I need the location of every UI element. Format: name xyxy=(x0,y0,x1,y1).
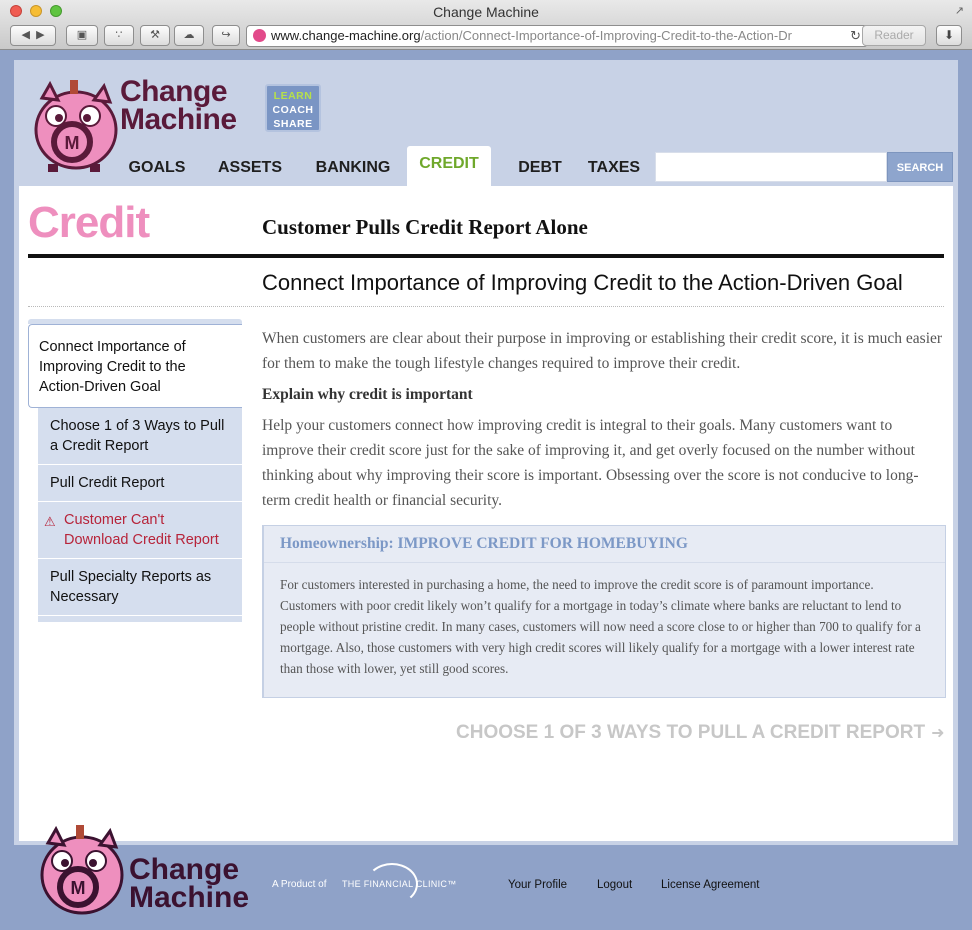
warning-icon: ⚠ xyxy=(44,514,56,529)
intro-paragraph: When customers are clear about their pur… xyxy=(262,330,943,372)
footer-link-logout[interactable]: Logout xyxy=(597,879,632,891)
forward-icon[interactable]: ▶ xyxy=(36,29,44,41)
footer-link-license-agreement[interactable]: License Agreement xyxy=(661,879,759,891)
site-footer: M Change Machine A Product of THE FINANC… xyxy=(0,825,972,930)
title-divider xyxy=(28,254,944,258)
footer-link-your-profile[interactable]: Your Profile xyxy=(508,879,567,891)
reload-icon[interactable]: ↻ xyxy=(850,26,861,46)
tagline-badge: LEARN COACH SHARE xyxy=(265,84,321,132)
nav-assets[interactable]: ASSETS xyxy=(205,148,295,186)
url-domain: www.change-machine.org xyxy=(271,28,421,43)
callout-title: Homeownership: IMPROVE CREDIT FOR HOMEBU… xyxy=(264,526,945,563)
svg-text:M: M xyxy=(65,133,80,153)
homeownership-callout: Homeownership: IMPROVE CREDIT FOR HOMEBU… xyxy=(262,525,946,698)
article: When customers are clear about their pur… xyxy=(262,326,946,698)
section-subheading: Explain why credit is important xyxy=(262,386,473,403)
back-icon[interactable]: ◀ xyxy=(21,29,29,41)
callout-body: For customers interested in purchasing a… xyxy=(280,577,921,676)
financial-clinic-logo[interactable]: THE FINANCIAL CLINIC™ xyxy=(342,879,456,889)
search-input[interactable] xyxy=(655,152,887,182)
step-title: Customer Pulls Credit Report Alone xyxy=(262,215,588,239)
sidebar-item-choose-ways[interactable]: Choose 1 of 3 Ways to Pull a Credit Repo… xyxy=(38,408,242,465)
icloud-button[interactable]: ☁ xyxy=(174,25,204,46)
back-forward-buttons[interactable]: ◀ ▶ xyxy=(10,25,56,46)
tagline-learn: LEARN xyxy=(273,90,313,102)
next-step-link[interactable]: CHOOSE 1 OF 3 WAYS TO PULL A CREDIT REPO… xyxy=(456,722,945,744)
page-subtitle: Connect Importance of Improving Credit t… xyxy=(262,270,903,295)
next-step-label: CHOOSE 1 OF 3 WAYS TO PULL A CREDIT REPO… xyxy=(456,722,926,743)
step-sidebar: Connect Importance of Improving Credit t… xyxy=(28,319,242,622)
sidebar-item-label: Customer Can't Download Credit Report xyxy=(64,512,219,548)
sidebar-bottom-edge xyxy=(38,616,242,622)
logo-line-1: Change xyxy=(120,75,228,108)
svg-text:M: M xyxy=(71,878,86,898)
window-title: Change Machine xyxy=(433,4,539,20)
tools-button[interactable]: ⚒ xyxy=(140,25,170,46)
fullscreen-icon[interactable]: ↗ xyxy=(955,4,964,17)
browser-chrome: Change Machine ↗ ◀ ▶ ▣ ∵ ⚒ ☁ ↪ www.chang… xyxy=(0,0,972,50)
product-of-label: A Product of xyxy=(272,879,327,890)
section-title: Credit xyxy=(28,198,150,247)
footer-logo-text[interactable]: Change Machine xyxy=(129,853,250,914)
downloads-button[interactable]: ⬇ xyxy=(936,25,962,46)
reading-list-button[interactable]: ▣ xyxy=(66,25,98,46)
sidebar-item-cant-download[interactable]: ⚠ Customer Can't Download Credit Report xyxy=(38,502,242,559)
nav-taxes[interactable]: TAXES xyxy=(579,148,649,186)
change-machine-pig-logo-icon[interactable]: M xyxy=(28,78,122,172)
footer-logo-line-2: Machine xyxy=(129,881,250,914)
search-button[interactable]: SEARCH xyxy=(887,152,953,182)
title-bar: Change Machine ↗ xyxy=(0,0,972,23)
browser-toolbar: ◀ ▶ ▣ ∵ ⚒ ☁ ↪ www.change-machine.org/act… xyxy=(0,24,972,48)
download-icon: ⬇ xyxy=(943,28,955,42)
nav-banking[interactable]: BANKING xyxy=(303,148,403,186)
body-paragraph: Help your customers connect how improvin… xyxy=(262,417,919,509)
page: M Change Machine LEARN COACH SHARE GOALS… xyxy=(14,60,958,845)
rss-icon: ∵ xyxy=(115,29,123,41)
footer-pig-logo-icon: M xyxy=(40,825,124,915)
rss-button[interactable]: ∵ xyxy=(104,25,134,46)
sidebar-item-pull-report[interactable]: Pull Credit Report xyxy=(38,465,242,502)
sidebar-item-connect-importance[interactable]: Connect Importance of Improving Credit t… xyxy=(28,324,242,408)
site-header: M Change Machine LEARN COACH SHARE GOALS… xyxy=(14,60,958,186)
sidebar-icon: ▣ xyxy=(76,29,88,41)
share-icon: ↪ xyxy=(221,29,231,41)
url-path: /action/Connect-Importance-of-Improving-… xyxy=(420,28,792,43)
reader-button[interactable]: Reader xyxy=(862,25,926,46)
share-button[interactable]: ↪ xyxy=(212,25,240,46)
cloud-icon: ☁ xyxy=(183,29,195,41)
tagline-share: SHARE xyxy=(273,118,313,130)
wrench-icon: ⚒ xyxy=(150,29,160,41)
main-content: Credit Customer Pulls Credit Report Alon… xyxy=(19,186,953,841)
nav-goals[interactable]: GOALS xyxy=(117,148,197,186)
logo-line-2: Machine xyxy=(120,103,237,136)
site-logo-text[interactable]: Change Machine xyxy=(120,75,237,136)
dotted-divider xyxy=(28,306,944,307)
nav-credit[interactable]: CREDIT xyxy=(407,146,491,186)
address-bar[interactable]: www.change-machine.org/action/Connect-Im… xyxy=(246,25,868,47)
tagline-coach: COACH xyxy=(272,104,314,116)
nav-debt[interactable]: DEBT xyxy=(503,148,577,186)
site-favicon-icon xyxy=(253,29,266,42)
footer-logo-line-1: Change xyxy=(129,853,240,886)
sidebar-item-specialty-reports[interactable]: Pull Specialty Reports as Necessary xyxy=(38,559,242,616)
arrow-right-icon: ➜ xyxy=(931,725,945,742)
